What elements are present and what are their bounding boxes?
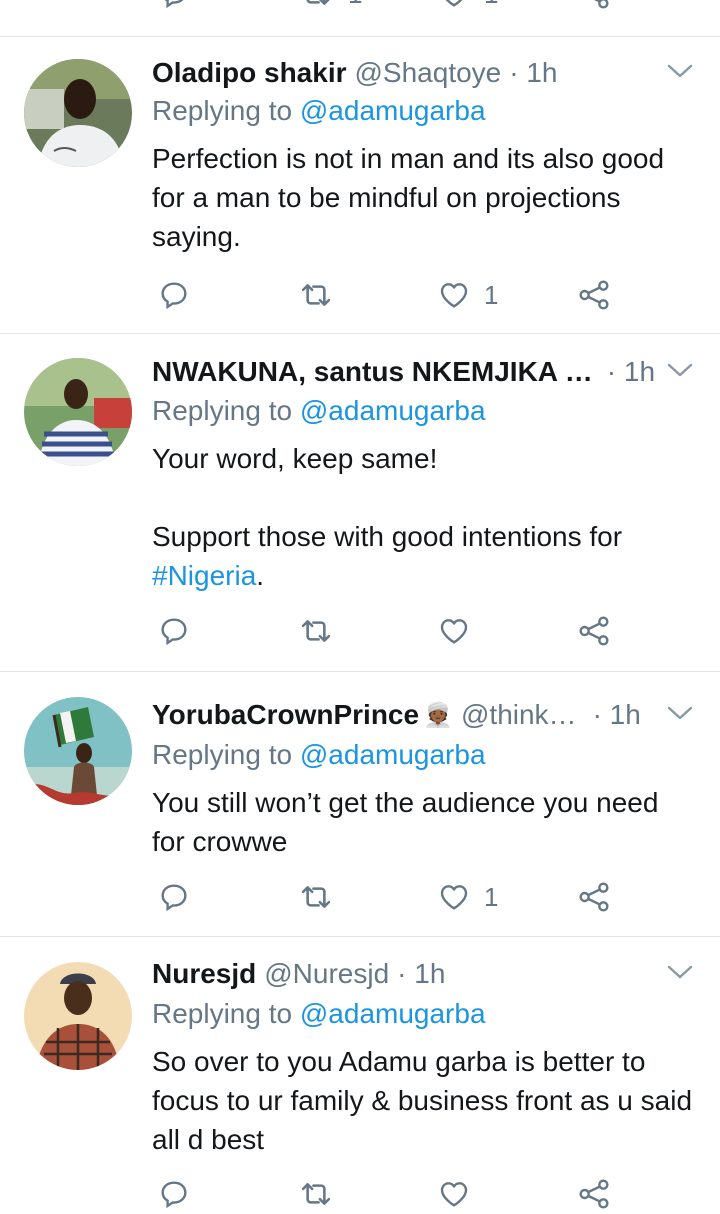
like-count: 1 [484, 0, 498, 10]
share-button[interactable] [578, 279, 610, 311]
display-name[interactable]: Oladipo shakir [152, 57, 347, 89]
chevron-down-icon[interactable] [666, 61, 694, 86]
retweet-icon [298, 1178, 334, 1210]
timestamp[interactable]: · 1h [593, 699, 641, 731]
user-handle[interactable]: @Nuresjd [264, 958, 389, 990]
reply-icon [158, 1178, 190, 1210]
timestamp[interactable]: · 1h [607, 356, 655, 388]
user-handle[interactable]: @think… [461, 699, 577, 731]
avatar[interactable] [24, 59, 132, 167]
tweet-actions: 1 [152, 879, 622, 919]
tweet-actions [152, 613, 622, 653]
replying-to: Replying to @adamugarba [152, 739, 486, 771]
tweet-text: You still won’t get the audience you nee… [152, 787, 667, 857]
retweet-icon [298, 0, 334, 10]
retweet-button[interactable]: 1 [298, 0, 362, 10]
hashtag-link[interactable]: #Nigeria [152, 560, 256, 591]
tweet-nuresjd[interactable]: Nuresjd @Nuresjd · 1h Replying to @adamu… [0, 938, 720, 1209]
retweet-count: 1 [348, 0, 362, 10]
replying-prefix: Replying to [152, 739, 293, 770]
chevron-down-icon[interactable] [666, 703, 694, 728]
like-icon [438, 279, 470, 311]
like-icon [438, 615, 470, 647]
like-button[interactable]: 1 [438, 279, 498, 311]
tweet-text-body: Your word, keep same! Support those with… [152, 443, 623, 552]
replying-to: Replying to @adamugarba [152, 998, 486, 1030]
reply-icon [158, 881, 190, 913]
like-button[interactable]: 1 [438, 0, 498, 10]
mention-link[interactable]: @adamugarba [300, 395, 486, 426]
reply-icon [158, 0, 190, 10]
retweet-icon [298, 279, 334, 311]
timestamp[interactable]: · 1h [397, 958, 445, 990]
replying-prefix: Replying to [152, 95, 293, 126]
replying-prefix: Replying to [152, 395, 293, 426]
avatar[interactable] [24, 962, 132, 1070]
reply-button[interactable] [158, 0, 190, 10]
avatar[interactable] [24, 358, 132, 466]
retweet-button[interactable] [298, 279, 334, 311]
share-button[interactable] [578, 0, 610, 10]
tweet-text: Your word, keep same! Support those with… [152, 439, 697, 595]
tweet-oladipo[interactable]: Oladipo shakir @Shaqtoye · 1h Replying t… [0, 37, 720, 334]
like-button[interactable] [438, 615, 470, 647]
like-count: 1 [484, 279, 499, 310]
reply-icon [158, 615, 190, 647]
tweet-actions: 1 [152, 275, 622, 315]
replying-to: Replying to @adamugarba [152, 95, 486, 127]
retweet-icon [298, 615, 334, 647]
replying-prefix: Replying to [152, 998, 293, 1029]
previous-tweet-actions: 1 1 [0, 0, 720, 37]
share-button[interactable] [578, 881, 610, 913]
chevron-down-icon[interactable] [666, 962, 694, 987]
retweet-button[interactable] [298, 1178, 334, 1210]
like-icon [438, 1178, 470, 1210]
reply-button[interactable] [158, 615, 190, 647]
reply-button[interactable] [158, 279, 190, 311]
like-icon [438, 881, 470, 913]
like-button[interactable]: 1 [438, 881, 498, 913]
tweet-text: Perfection is not in man and its also go… [152, 143, 672, 252]
avatar[interactable] [24, 697, 132, 805]
share-icon [578, 881, 610, 913]
reply-button[interactable] [158, 1178, 190, 1210]
like-count: 1 [484, 881, 499, 912]
share-button[interactable] [578, 615, 610, 647]
retweet-icon [298, 881, 334, 913]
display-name[interactable]: NWAKUNA, santus NKEMJIKA … [152, 356, 593, 388]
turban-emoji: 👳🏾 [423, 701, 453, 729]
tweet-yorubacrownprince[interactable]: YorubaCrownPrince 👳🏾 @think… · 1h Replyi… [0, 673, 720, 937]
display-name[interactable]: Nuresjd [152, 958, 256, 990]
reply-button[interactable] [158, 881, 190, 913]
like-button[interactable] [438, 1178, 470, 1210]
share-icon [578, 1178, 610, 1210]
retweet-button[interactable] [298, 615, 334, 647]
tweet-text: So over to you Adamu garba is better to … [152, 1046, 700, 1155]
share-button[interactable] [578, 1178, 610, 1210]
share-icon [578, 279, 610, 311]
share-icon [578, 615, 610, 647]
tweet-nwakuna[interactable]: NWAKUNA, santus NKEMJIKA … · 1h Replying… [0, 335, 720, 672]
mention-link[interactable]: @adamugarba [300, 739, 486, 770]
chevron-down-icon[interactable] [666, 360, 694, 385]
timestamp[interactable]: · 1h [509, 57, 557, 89]
retweet-button[interactable] [298, 881, 334, 913]
tweet-text-end: . [256, 560, 265, 591]
mention-link[interactable]: @adamugarba [300, 95, 486, 126]
display-name[interactable]: YorubaCrownPrince [152, 699, 419, 731]
tweet-actions [152, 1174, 622, 1214]
replying-to: Replying to @adamugarba [152, 395, 486, 427]
like-icon [438, 0, 470, 10]
share-icon [578, 0, 610, 10]
user-handle[interactable]: @Shaqtoye [355, 57, 502, 89]
mention-link[interactable]: @adamugarba [300, 998, 486, 1029]
reply-icon [158, 279, 190, 311]
